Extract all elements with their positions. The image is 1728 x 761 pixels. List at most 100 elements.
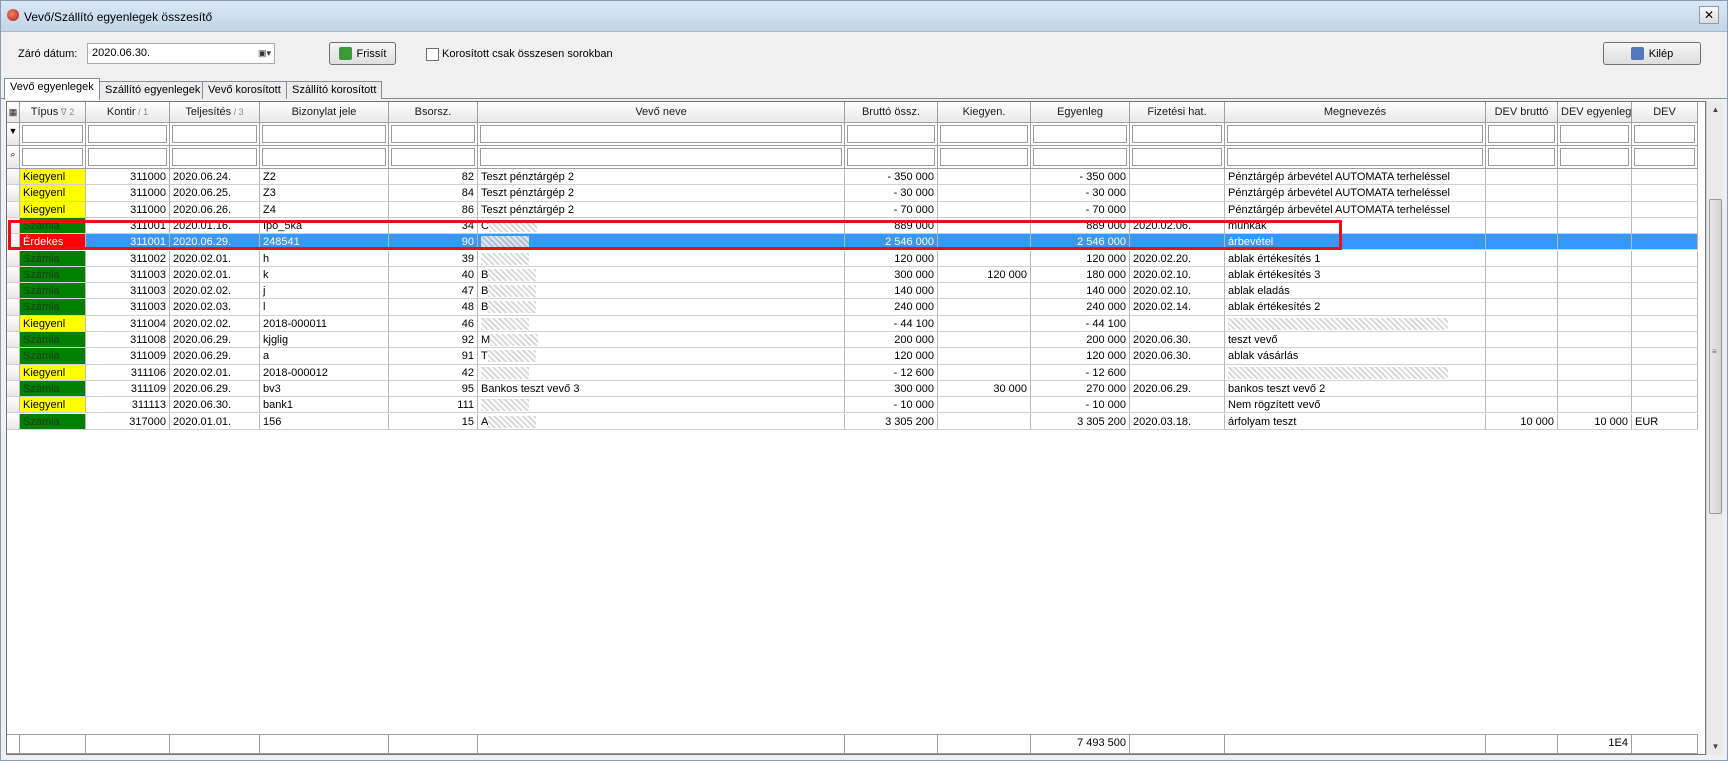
- filter-row-cell: [478, 123, 845, 146]
- filter-row-input-egyenleg[interactable]: [1033, 125, 1127, 143]
- table-row[interactable]: Számla 311109 2020.06.29. bv3 95 Bankos teszt…: [7, 380, 1698, 398]
- egyenleg-value: - 350 000: [1079, 171, 1126, 183]
- cell-dev-brutto: [1486, 169, 1558, 186]
- sort-indicator-icon: / 1: [135, 107, 149, 117]
- header-kiegyen[interactable]: Kiegyen.: [938, 102, 1031, 123]
- header-bsorsz[interactable]: Bsorsz.: [389, 102, 478, 123]
- header-dev[interactable]: DEV: [1632, 102, 1698, 123]
- header-dev-brutto[interactable]: DEV bruttó: [1486, 102, 1558, 123]
- cell-brutto: 200 000: [845, 332, 938, 349]
- cell-brutto: - 30 000: [845, 185, 938, 202]
- filter-row-input-customer[interactable]: [480, 125, 842, 143]
- table-row[interactable]: Számla 311009 2020.06.29. a 91 T 120 000 120 00…: [7, 348, 1698, 365]
- header-doc[interactable]: Bizonylat jele: [260, 102, 389, 123]
- cell-egyenleg: - 30 000: [1031, 185, 1130, 202]
- search-row-input-dev-egyenleg[interactable]: [1560, 148, 1629, 166]
- filter-row-input-desc[interactable]: [1227, 125, 1483, 143]
- scroll-up-icon[interactable]: ▲: [1707, 101, 1724, 118]
- search-row-input-dev-brutto[interactable]: [1488, 148, 1555, 166]
- filter-row-input-dev[interactable]: [1634, 125, 1695, 143]
- closing-date-field[interactable]: 2020.06.30. ▣▾: [87, 43, 275, 64]
- cell-kontir: 311000: [86, 185, 170, 202]
- filter-row-input-kiegyen[interactable]: [940, 125, 1028, 143]
- cell-desc: Pénztárgép árbevétel AUTOMATA terhelésse…: [1225, 185, 1486, 202]
- refresh-button[interactable]: Frissít: [329, 42, 396, 65]
- filter-row-input-dev-brutto[interactable]: [1488, 125, 1555, 143]
- table-row[interactable]: Kiegyenl 311113 2020.06.30. bank1 111 - 10 00…: [7, 397, 1698, 414]
- header-due[interactable]: Fizetési hat.: [1130, 102, 1225, 123]
- cell-egyenleg: 3 305 200: [1031, 413, 1130, 430]
- cell-dev: [1632, 299, 1698, 316]
- table-row-selected[interactable]: ▶ Érdekes 311001 2020.06.29. 248541 90 2 546 0…: [7, 234, 1698, 251]
- table-row[interactable]: Kiegyenl 311000 2020.06.24. Z2 82 Teszt pénzt…: [7, 169, 1698, 186]
- cell-desc: árfolyam teszt: [1225, 413, 1486, 430]
- search-row-input-brutto[interactable]: [847, 148, 935, 166]
- filter-row-input-doc[interactable]: [262, 125, 386, 143]
- header-brutto[interactable]: Bruttó össz.: [845, 102, 938, 123]
- search-row-input-bsorsz[interactable]: [391, 148, 475, 166]
- table-row[interactable]: Kiegyenl 311004 2020.02.02. 2018-000011 46 - …: [7, 315, 1698, 332]
- filter-row-input-due[interactable]: [1132, 125, 1222, 143]
- due-value: 2020.03.18.: [1133, 415, 1192, 428]
- header-desc[interactable]: Megnevezés: [1225, 102, 1486, 123]
- aged-only-label: Korosított csak összesen sorokban: [442, 48, 613, 60]
- search-row-input-kiegyen[interactable]: [940, 148, 1028, 166]
- search-row-input-dev[interactable]: [1634, 148, 1695, 166]
- header-type[interactable]: Típus ∇ 2: [20, 102, 86, 123]
- filter-row-input-bsorsz[interactable]: [391, 125, 475, 143]
- table-row[interactable]: Számla 317000 2020.01.01. 156 15 A 3 305 200 3 …: [7, 413, 1698, 430]
- table-row[interactable]: Számla 311003 2020.02.01. k 40 B 300 000 120 00…: [7, 266, 1698, 284]
- exit-button[interactable]: Kilép: [1603, 42, 1701, 65]
- filter-row-input-type[interactable]: [22, 125, 83, 143]
- table-row[interactable]: Számla 311003 2020.02.02. j 47 B 140 000 140 00…: [7, 283, 1698, 300]
- table-row[interactable]: Számla 311008 2020.06.29. kjglig 92 M 200 000 2…: [7, 332, 1698, 349]
- calendar-dropdown-icon[interactable]: ▣▾: [249, 47, 271, 60]
- filter-row-cell: [1130, 123, 1225, 146]
- table-row[interactable]: Kiegyenl 311000 2020.06.25. Z3 84 Teszt pénzt…: [7, 185, 1698, 202]
- search-row-input-desc[interactable]: [1227, 148, 1483, 166]
- search-icon[interactable]: ⌕: [7, 146, 20, 169]
- search-row-input-egyenleg[interactable]: [1033, 148, 1127, 166]
- tab-supplier-aged[interactable]: Szállító korosított: [286, 81, 383, 99]
- header-kontir[interactable]: Kontir / 1: [86, 102, 170, 123]
- search-row-input-due[interactable]: [1132, 148, 1222, 166]
- tab-supplier-balances[interactable]: Szállító egyenlegek: [99, 81, 207, 99]
- search-row-input-type[interactable]: [22, 148, 83, 166]
- aged-only-checkbox[interactable]: [426, 48, 439, 61]
- header-dev-egyenleg[interactable]: DEV egyenleg: [1558, 102, 1632, 123]
- search-row-input-doc[interactable]: [262, 148, 386, 166]
- row-indicator: [7, 332, 20, 349]
- footer-cell: [845, 734, 938, 754]
- table-row[interactable]: Kiegyenl 311106 2020.02.01. 2018-000012 42 - …: [7, 364, 1698, 381]
- search-row-input-date[interactable]: [172, 148, 257, 166]
- search-row-input-kontir[interactable]: [88, 148, 167, 166]
- scroll-down-icon[interactable]: ▼: [1707, 738, 1724, 755]
- filter-icon[interactable]: ▼: [7, 123, 20, 146]
- redacted-blur: [481, 317, 529, 330]
- cell-egyenleg: - 350 000: [1031, 169, 1130, 186]
- filter-row-input-kontir[interactable]: [88, 125, 167, 143]
- kiegyen-value: 120 000: [987, 268, 1027, 281]
- header-customer[interactable]: Vevő neve: [478, 102, 845, 123]
- cell-desc: ablak értékesítés 1: [1225, 250, 1486, 267]
- filter-row-input-date[interactable]: [172, 125, 257, 143]
- search-row-input-customer[interactable]: [480, 148, 842, 166]
- table-row[interactable]: Kiegyenl 311000 2020.06.26. Z4 86 Teszt pénzt…: [7, 201, 1698, 218]
- table-row[interactable]: Számla 311003 2020.02.03. l 48 B 240 000 240 00…: [7, 299, 1698, 316]
- header-egyenleg[interactable]: Egyenleg: [1031, 102, 1130, 123]
- scroll-thumb[interactable]: ≡: [1709, 199, 1722, 514]
- table-row[interactable]: Számla 311001 2020.01.16. Ipo_5ka 34 C 889 000…: [7, 217, 1698, 235]
- close-button[interactable]: ✕: [1699, 6, 1719, 24]
- cell-doc: 2018-000011: [260, 315, 389, 332]
- vertical-scrollbar[interactable]: ▲ ≡ ▼: [1706, 101, 1723, 755]
- filter-row-input-brutto[interactable]: [847, 125, 935, 143]
- tab-customer-aged[interactable]: Vevő korosított: [202, 81, 287, 99]
- column-chooser-icon[interactable]: ▦: [7, 102, 20, 123]
- cell-type: Kiegyenl: [20, 315, 86, 332]
- filter-row-input-dev-egyenleg[interactable]: [1560, 125, 1629, 143]
- tab-customer-balances[interactable]: Vevő egyenlegek: [4, 78, 100, 100]
- doc-value: Z3: [263, 187, 276, 200]
- search-row-cell: [845, 146, 938, 169]
- table-row[interactable]: Számla 311002 2020.02.01. h 39 120 000 120 000…: [7, 250, 1698, 267]
- header-date[interactable]: Teljesítés / 3: [170, 102, 260, 123]
